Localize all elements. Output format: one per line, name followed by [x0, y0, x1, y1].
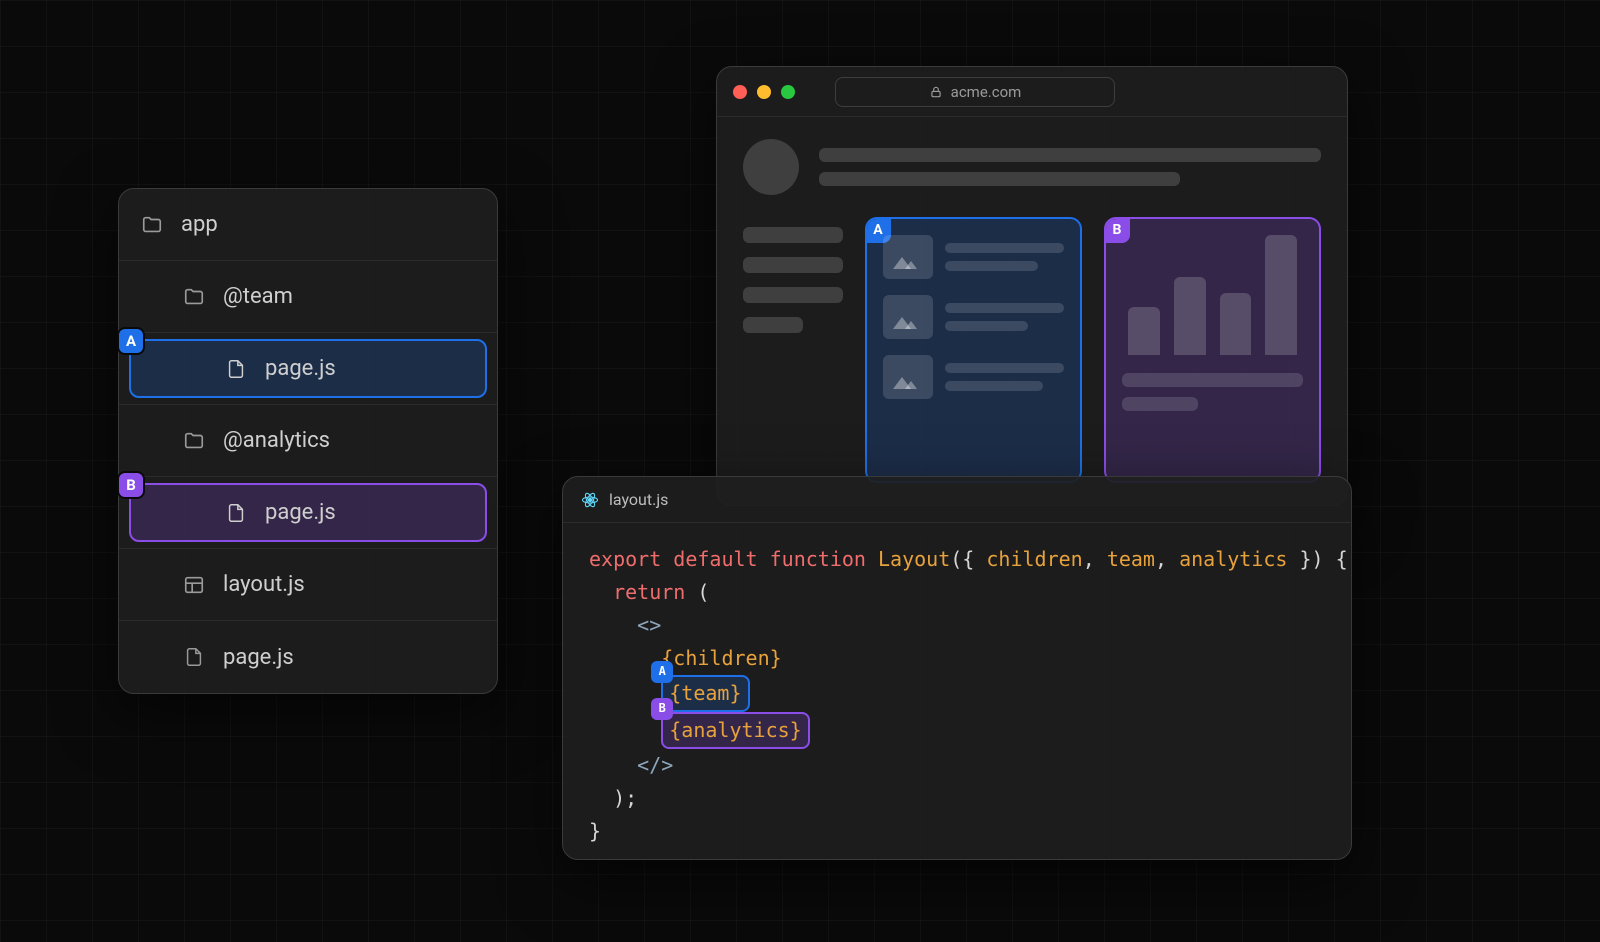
layout-icon — [183, 574, 205, 596]
tree-item-label: @team — [223, 284, 293, 309]
list-item — [883, 295, 1064, 339]
chart-bar — [1128, 307, 1160, 355]
file-tree-root[interactable]: app — [119, 189, 497, 261]
bar-chart-skeleton — [1122, 235, 1303, 355]
tree-item-label: page.js — [265, 500, 336, 525]
image-icon — [883, 355, 933, 399]
file-tree-folder-analytics[interactable]: @analytics — [119, 405, 497, 477]
code-editor-panel: layout.js export default function Layout… — [562, 476, 1352, 860]
parallel-slot-team: A — [865, 217, 1082, 483]
code-content: export default function Layout({ childre… — [563, 523, 1351, 868]
tree-item-label: @analytics — [223, 428, 330, 453]
lock-icon — [929, 85, 943, 99]
skeleton-line — [1122, 373, 1303, 387]
window-close-icon[interactable] — [733, 85, 747, 99]
list-item — [883, 355, 1064, 399]
skeleton-line — [1122, 397, 1198, 411]
skeleton-line — [743, 287, 843, 303]
code-filename: layout.js — [609, 490, 668, 509]
tree-item-label: page.js — [265, 356, 336, 381]
file-tree-folder-team[interactable]: @team — [119, 261, 497, 333]
folder-icon — [183, 430, 205, 452]
folder-icon — [141, 214, 163, 236]
sidebar-skeleton — [743, 217, 843, 483]
file-icon — [225, 502, 247, 524]
address-bar-url: acme.com — [951, 83, 1022, 101]
code-highlight-analytics: B{analytics} — [661, 712, 809, 749]
react-icon — [581, 491, 599, 509]
tree-item-label: layout.js — [223, 572, 305, 597]
code-tab-bar: layout.js — [563, 477, 1351, 523]
file-tree-file-team-page[interactable]: A page.js — [119, 333, 497, 405]
window-minimize-icon[interactable] — [757, 85, 771, 99]
parallel-slot-analytics: B — [1104, 217, 1321, 483]
address-bar[interactable]: acme.com — [835, 77, 1115, 107]
file-icon — [225, 358, 247, 380]
image-icon — [883, 295, 933, 339]
skeleton-line — [743, 317, 803, 333]
window-zoom-icon[interactable] — [781, 85, 795, 99]
chart-bar — [1220, 293, 1252, 355]
avatar-skeleton — [743, 139, 799, 195]
browser-mock-panel: acme.com A — [716, 66, 1348, 506]
file-tree-file-layout[interactable]: layout.js — [119, 549, 497, 621]
file-tree-root-label: app — [181, 212, 218, 237]
chart-bar — [1174, 277, 1206, 355]
skeleton-line — [819, 148, 1321, 162]
file-tree-panel: app @team A page.js @analytics B page.js — [118, 188, 498, 694]
skeleton-line — [819, 172, 1180, 186]
page-header-skeleton — [743, 139, 1321, 195]
file-icon — [183, 646, 205, 668]
tree-item-label: page.js — [223, 645, 294, 670]
chart-bar — [1265, 235, 1297, 355]
image-icon — [883, 235, 933, 279]
skeleton-line — [743, 227, 843, 243]
slot-label-b: B — [1104, 217, 1130, 243]
file-tree-file-analytics-page[interactable]: B page.js — [119, 477, 497, 549]
browser-titlebar: acme.com — [717, 67, 1347, 117]
browser-body: A B — [717, 117, 1347, 505]
file-tree-file-page[interactable]: page.js — [119, 621, 497, 693]
skeleton-line — [743, 257, 843, 273]
code-highlight-team: A{team} — [661, 675, 749, 712]
folder-icon — [183, 286, 205, 308]
list-item — [883, 235, 1064, 279]
